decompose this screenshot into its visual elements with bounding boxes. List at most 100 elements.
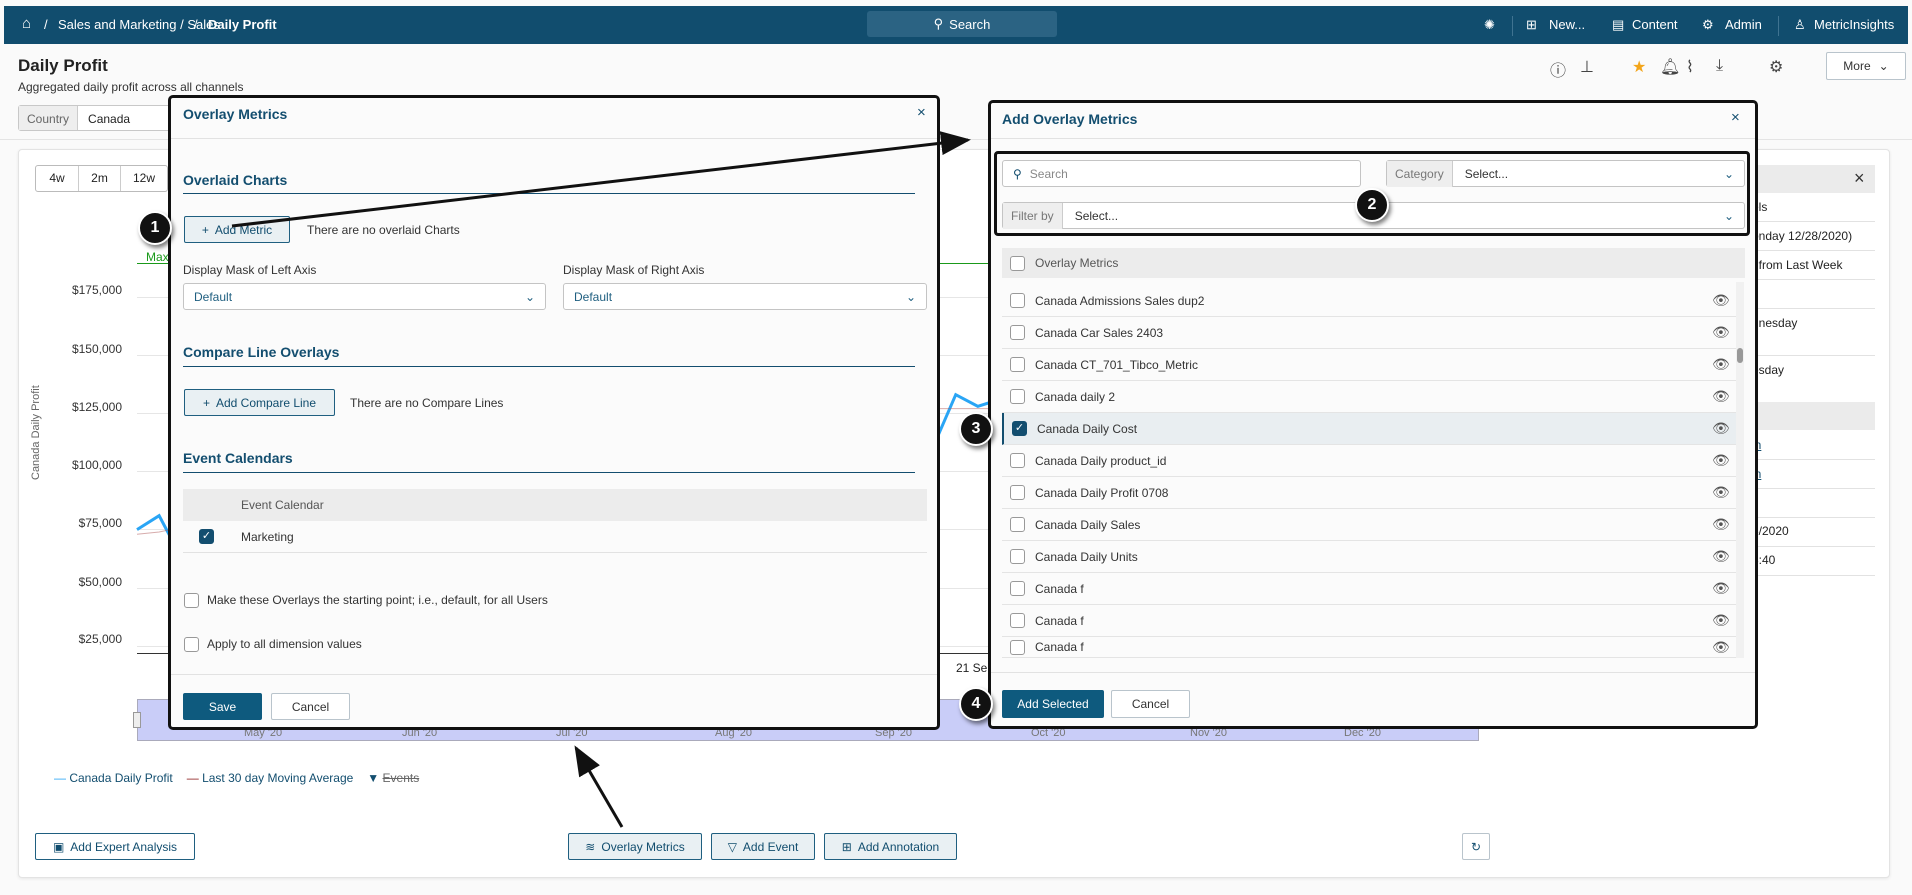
chart-legend: — Canada Daily Profit — Last 30 day Movi… xyxy=(54,771,419,785)
add-expert-analysis-button[interactable]: ▣ Add Expert Analysis xyxy=(35,833,195,860)
metric-name: Canada Car Sales 2403 xyxy=(1035,325,1164,340)
clipboard-icon: ▣ xyxy=(52,839,65,854)
close-icon[interactable]: × xyxy=(1731,109,1740,126)
navigator-handle[interactable] xyxy=(133,712,141,728)
add-metric-button[interactable]: + Add Metric xyxy=(184,216,290,243)
divider xyxy=(183,552,927,553)
eye-icon[interactable]: 👁︎ xyxy=(1712,292,1738,309)
add-annotation-button[interactable]: ⊞ Add Annotation xyxy=(824,833,957,860)
panel-text: , from Last Week xyxy=(1752,258,1843,272)
metric-list-item[interactable]: Canada Car Sales 2403 👁︎ xyxy=(1002,317,1738,349)
no-compare-text: There are no Compare Lines xyxy=(350,396,504,410)
legend-series[interactable]: — Canada Daily Profit xyxy=(54,771,173,785)
apply-all-checkbox[interactable] xyxy=(184,637,199,652)
legend-moving-avg[interactable]: — Last 30 day Moving Average xyxy=(187,771,354,785)
select-all-checkbox[interactable] xyxy=(1010,255,1025,271)
metric-checkbox[interactable] xyxy=(1010,517,1025,532)
eye-icon[interactable]: 👁︎ xyxy=(1712,356,1738,373)
metric-checkbox[interactable] xyxy=(1010,293,1025,308)
right-mask-select[interactable]: Default ⌄ xyxy=(563,283,927,310)
save-button[interactable]: Save xyxy=(183,693,262,720)
side-panel-section xyxy=(1745,402,1875,430)
metric-list-item[interactable]: Canada Daily product_id 👁︎ xyxy=(1002,445,1738,477)
divider xyxy=(991,138,1755,139)
metric-checkbox[interactable] xyxy=(1010,357,1025,372)
plus-icon: + xyxy=(201,222,209,237)
section-underline xyxy=(183,193,915,194)
default-overlays-checkbox[interactable] xyxy=(184,593,199,608)
eye-icon[interactable]: 👁︎ xyxy=(1712,639,1738,656)
refresh-button[interactable]: ↻ xyxy=(1462,833,1490,860)
eye-icon[interactable]: 👁︎ xyxy=(1712,612,1738,629)
divider xyxy=(1745,279,1875,280)
metric-checkbox[interactable] xyxy=(1010,325,1025,340)
add-selected-button[interactable]: Add Selected xyxy=(1002,690,1104,718)
refresh-icon: ↻ xyxy=(1470,839,1482,854)
category-select[interactable]: Category Select... ⌄ xyxy=(1386,160,1745,187)
eye-icon[interactable]: 👁︎ xyxy=(1712,548,1738,565)
metric-list-item[interactable]: Canada f 👁︎ xyxy=(1002,605,1738,637)
metric-list-item[interactable]: Canada daily 2 👁︎ xyxy=(1002,381,1738,413)
metric-list-item[interactable]: Canada Daily Sales 👁︎ xyxy=(1002,509,1738,541)
metric-list-item[interactable]: Canada Daily Profit 0708 👁︎ xyxy=(1002,477,1738,509)
metric-checkbox[interactable] xyxy=(1010,639,1025,655)
scrollbar-thumb[interactable] xyxy=(1737,348,1743,363)
metric-name: Canada f xyxy=(1035,613,1084,628)
section-underline xyxy=(183,366,915,367)
metric-list-item[interactable]: Canada Admissions Sales dup2 👁︎ xyxy=(1002,285,1738,317)
event-checkbox[interactable]: ✓ xyxy=(199,529,214,544)
eye-icon[interactable]: 👁︎ xyxy=(1712,484,1738,501)
callout-4: 4 xyxy=(959,687,993,721)
left-mask-label: Display Mask of Left Axis xyxy=(183,263,317,277)
callout-2: 2 xyxy=(1355,188,1389,222)
metric-name: Canada daily 2 xyxy=(1035,389,1116,404)
apply-all-label: Apply to all dimension values xyxy=(207,637,362,651)
chevron-down-icon: ⌄ xyxy=(905,289,916,304)
eye-icon[interactable]: 👁︎ xyxy=(1712,420,1738,437)
divider xyxy=(991,672,1755,673)
triangle-down-icon: ▼ xyxy=(367,771,383,785)
search-input[interactable]: ⚲ Search xyxy=(1002,160,1361,187)
add-event-button[interactable]: ▽ Add Event xyxy=(711,833,815,860)
metric-checkbox[interactable]: ✓ xyxy=(1012,421,1027,436)
plus-icon: + xyxy=(202,395,210,410)
metric-name: Canada Daily Profit 0708 xyxy=(1035,485,1169,500)
eye-icon[interactable]: 👁︎ xyxy=(1712,388,1738,405)
annotation-icon: ⊞ xyxy=(841,839,852,854)
metric-checkbox[interactable] xyxy=(1010,613,1025,628)
legend-events[interactable]: ▼ Events xyxy=(367,771,419,785)
event-column-header: Event Calendar xyxy=(241,498,324,512)
metric-list-item[interactable]: Canada f 👁︎ xyxy=(1002,637,1738,658)
metric-checkbox[interactable] xyxy=(1010,485,1025,500)
divider xyxy=(1745,250,1875,251)
metric-checkbox[interactable] xyxy=(1010,581,1025,596)
default-overlays-label: Make these Overlays the starting point; … xyxy=(207,593,548,607)
eye-icon[interactable]: 👁︎ xyxy=(1712,516,1738,533)
eye-icon[interactable]: 👁︎ xyxy=(1712,452,1738,469)
metric-checkbox[interactable] xyxy=(1010,389,1025,404)
left-mask-select[interactable]: Default ⌄ xyxy=(183,283,546,310)
divider xyxy=(1745,308,1875,309)
metric-list-item[interactable]: ✓ Canada Daily Cost 👁︎ xyxy=(1002,413,1738,445)
close-icon[interactable]: × xyxy=(917,104,926,121)
metric-list-item[interactable]: Canada f 👁︎ xyxy=(1002,573,1738,605)
eye-icon[interactable]: 👁︎ xyxy=(1712,324,1738,341)
add-compare-line-button[interactable]: + Add Compare Line xyxy=(184,389,335,416)
callout-3: 3 xyxy=(959,412,993,446)
cancel-button[interactable]: Cancel xyxy=(271,693,350,720)
divider xyxy=(1745,355,1875,356)
metric-name: Canada Admissions Sales dup2 xyxy=(1035,293,1205,308)
close-icon[interactable]: × xyxy=(1854,168,1865,189)
metric-checkbox[interactable] xyxy=(1010,453,1025,468)
eye-icon[interactable]: 👁︎ xyxy=(1712,580,1738,597)
cancel-button[interactable]: Cancel xyxy=(1111,690,1190,718)
overlay-metrics-button[interactable]: ≋ Overlay Metrics xyxy=(568,833,702,860)
divider xyxy=(171,138,937,139)
scrollbar[interactable] xyxy=(1736,282,1744,658)
divider xyxy=(1745,459,1875,460)
metric-checkbox[interactable] xyxy=(1010,549,1025,564)
metric-list-item[interactable]: Canada Daily Units 👁︎ xyxy=(1002,541,1738,573)
metric-name: Canada f xyxy=(1035,640,1084,654)
no-charts-text: There are no overlaid Charts xyxy=(307,223,460,237)
metric-list-item[interactable]: Canada CT_701_Tibco_Metric 👁︎ xyxy=(1002,349,1738,381)
